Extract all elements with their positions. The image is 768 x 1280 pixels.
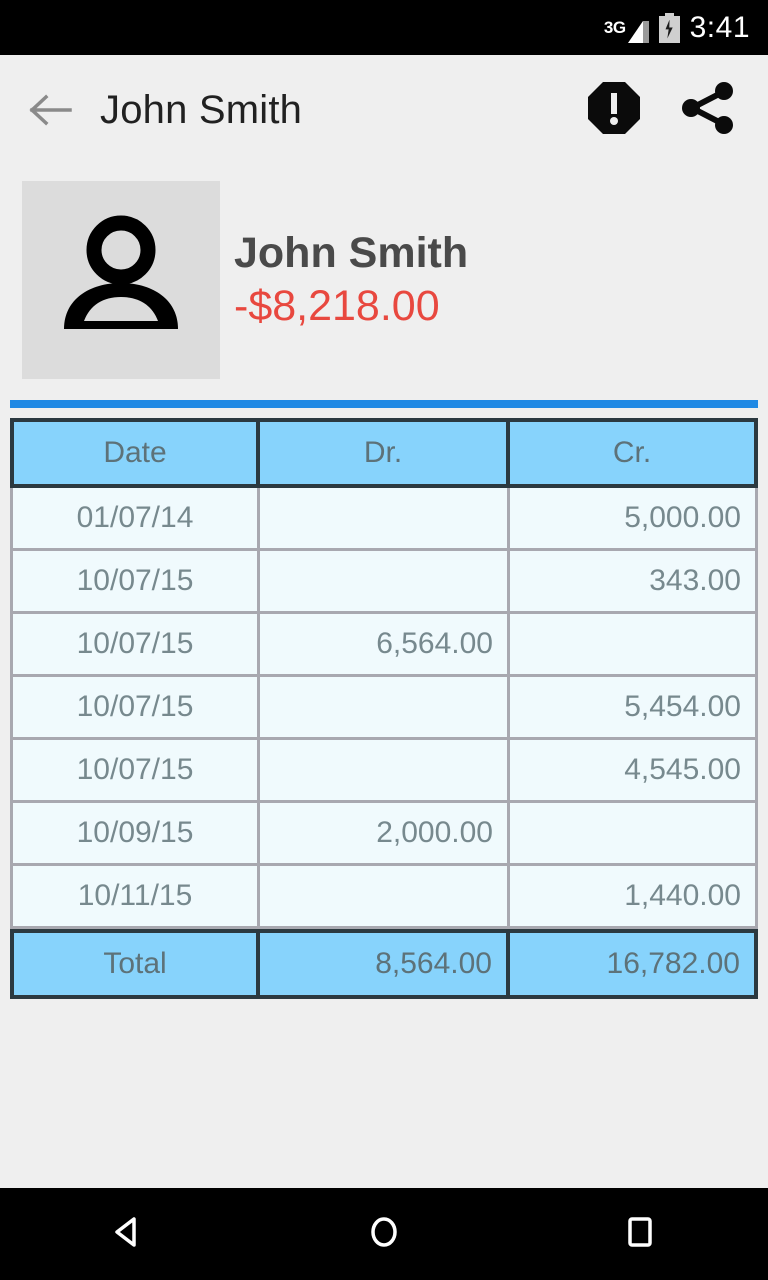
share-icon — [678, 78, 738, 143]
ledger-table-body: 01/07/14 5,000.00 10/07/15 343.00 10/07/… — [10, 488, 758, 929]
network-type-label: 3G — [603, 17, 626, 37]
signal-icon — [627, 19, 649, 43]
cell-dr — [260, 866, 510, 929]
app-bar-actions — [578, 74, 768, 146]
table-row[interactable]: 10/07/15 5,454.00 — [10, 677, 758, 740]
profile-header: John Smith -$8,218.00 — [0, 165, 768, 395]
total-cr: 16,782.00 — [510, 929, 758, 999]
cell-date: 10/07/15 — [10, 614, 260, 677]
profile-name: John Smith — [234, 228, 469, 277]
cell-cr: 4,545.00 — [510, 740, 758, 803]
report-alert-button[interactable] — [578, 74, 650, 146]
cell-cr: 5,000.00 — [510, 488, 758, 551]
back-arrow-icon — [28, 92, 72, 128]
cell-dr — [260, 551, 510, 614]
cell-date: 10/07/15 — [10, 677, 260, 740]
table-row[interactable]: 10/07/15 343.00 — [10, 551, 758, 614]
status-bar: 3G 3:41 — [0, 0, 768, 55]
profile-balance: -$8,218.00 — [234, 282, 440, 330]
cell-dr: 2,000.00 — [260, 803, 510, 866]
cell-dr: 6,564.00 — [260, 614, 510, 677]
cell-date: 10/07/15 — [10, 740, 260, 803]
recents-nav-icon — [618, 1210, 662, 1259]
network-indicator: 3G — [604, 13, 649, 43]
table-row[interactable]: 10/11/15 1,440.00 — [10, 866, 758, 929]
cell-cr: 343.00 — [510, 551, 758, 614]
cell-dr — [260, 740, 510, 803]
share-button[interactable] — [672, 74, 744, 146]
cell-cr: 5,454.00 — [510, 677, 758, 740]
ledger-table: Date Dr. Cr. 01/07/14 5,000.00 10/07/15 … — [10, 418, 758, 999]
nav-home-button[interactable] — [314, 1188, 454, 1280]
report-alert-icon — [585, 79, 643, 142]
profile-text: John Smith -$8,218.00 — [234, 229, 468, 332]
column-header-dr[interactable]: Dr. — [260, 418, 510, 488]
column-header-date[interactable]: Date — [10, 418, 260, 488]
total-row: Total 8,564.00 16,782.00 — [10, 929, 758, 999]
cell-date: 10/11/15 — [10, 866, 260, 929]
home-nav-icon — [362, 1210, 406, 1259]
total-dr: 8,564.00 — [260, 929, 510, 999]
phone-screen: 3G 3:41 John Smith John Smith -$8,218.00… — [0, 0, 768, 1280]
cell-date: 01/07/14 — [10, 488, 260, 551]
cell-date: 10/07/15 — [10, 551, 260, 614]
table-row[interactable]: 10/07/15 6,564.00 — [10, 614, 758, 677]
ledger-table-foot: Total 8,564.00 16,782.00 — [10, 929, 758, 999]
table-row[interactable]: 01/07/14 5,000.00 — [10, 488, 758, 551]
cell-cr — [510, 803, 758, 866]
table-header-row: Date Dr. Cr. — [10, 418, 758, 488]
nav-recents-button[interactable] — [570, 1188, 710, 1280]
ledger-table-head: Date Dr. Cr. — [10, 418, 758, 488]
nav-back-button[interactable] — [58, 1188, 198, 1280]
total-label: Total — [10, 929, 260, 999]
accent-divider — [10, 400, 758, 408]
cell-dr — [260, 488, 510, 551]
table-row[interactable]: 10/09/15 2,000.00 — [10, 803, 758, 866]
person-avatar-icon — [46, 203, 196, 358]
back-nav-icon — [106, 1210, 150, 1259]
status-bar-clock: 3:41 — [689, 10, 750, 44]
avatar[interactable] — [22, 181, 220, 379]
cell-cr: 1,440.00 — [510, 866, 758, 929]
page-title: John Smith — [100, 88, 303, 132]
android-nav-bar — [0, 1188, 768, 1280]
cell-date: 10/09/15 — [10, 803, 260, 866]
cell-dr — [260, 677, 510, 740]
app-bar: John Smith — [0, 55, 768, 165]
cell-cr — [510, 614, 758, 677]
battery-charging-icon — [658, 12, 680, 43]
back-button[interactable] — [0, 55, 100, 165]
table-row[interactable]: 10/07/15 4,545.00 — [10, 740, 758, 803]
column-header-cr[interactable]: Cr. — [510, 418, 758, 488]
